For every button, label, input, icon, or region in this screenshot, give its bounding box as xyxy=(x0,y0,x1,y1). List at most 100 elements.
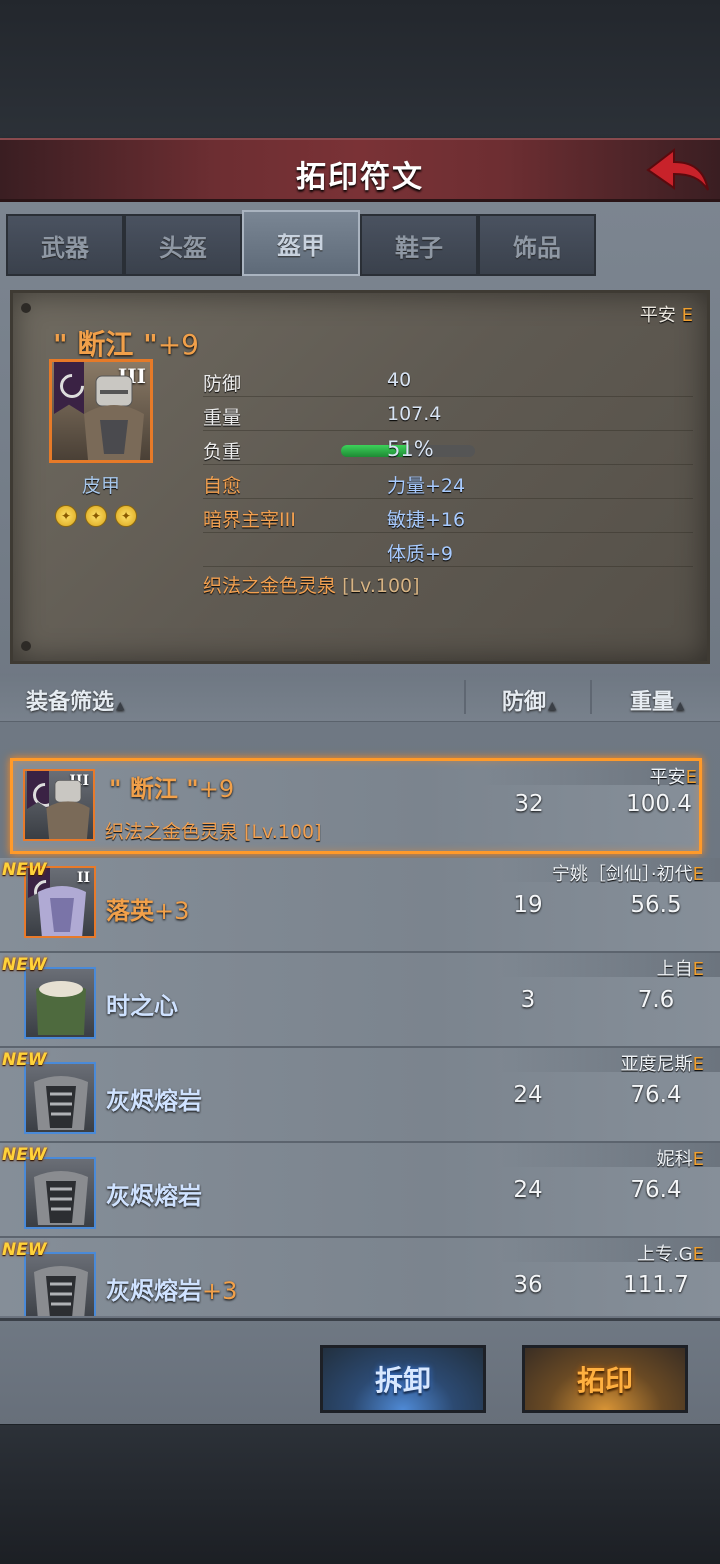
weight-header-label: 重量 xyxy=(630,690,675,715)
stat-row-skill2: 暗界主宰III 敏捷+16 xyxy=(203,501,693,533)
dismantle-button[interactable]: 拆卸 xyxy=(320,1345,486,1413)
category-tabs: 武器 头盔 盔甲 鞋子 饰品 xyxy=(6,210,602,276)
item-owner: 亚度尼斯E xyxy=(621,1050,704,1076)
item-name: 灰烬熔岩 xyxy=(106,1176,202,1211)
item-name-text: " 断江 " xyxy=(53,328,158,361)
item-plus: +3 xyxy=(154,897,190,925)
set-level: [Lv.100] xyxy=(342,575,420,597)
set-name: 织法之金色灵泉 xyxy=(203,575,337,597)
item-name-text: 时之心 xyxy=(106,992,178,1020)
bonus-value: 力量+24 xyxy=(387,475,466,497)
item-owner: 上自E xyxy=(657,955,704,981)
owner-grade: E xyxy=(681,305,693,326)
item-name: 灰烬熔岩+3 xyxy=(106,1271,237,1306)
stat-value: 51% xyxy=(387,437,434,461)
item-name: " 断江 "+9 xyxy=(53,323,199,363)
item-name: 落英+3 xyxy=(106,891,189,926)
tab-helmet[interactable]: 头盔 xyxy=(124,214,242,276)
tab-accessory[interactable]: 饰品 xyxy=(478,214,596,276)
filter-label: 装备筛选 xyxy=(26,690,115,715)
owner-grade: E xyxy=(692,864,704,885)
owner-name: 妮科 xyxy=(656,1149,693,1170)
owner-grade: E xyxy=(692,1054,704,1075)
item-name: 灰烬熔岩 xyxy=(106,1081,202,1116)
item-owner: 上专.GE xyxy=(637,1240,704,1266)
list-header: 装备筛选 ▲ 防御 ▲ 重量 ▲ xyxy=(0,674,720,722)
header-divider xyxy=(590,680,592,714)
item-defense: 32 xyxy=(514,791,544,817)
new-badge: NEW xyxy=(2,860,47,880)
owner-name: 平安 xyxy=(649,767,686,788)
item-owner: 平安E xyxy=(650,763,697,789)
list-item[interactable]: 妮科E NEW 灰烬熔岩 24 76.4 xyxy=(0,1143,720,1238)
item-name-text: 灰烬熔岩 xyxy=(106,1277,202,1305)
item-defense: 3 xyxy=(520,987,536,1013)
stat-value: 107.4 xyxy=(387,403,442,425)
filter-header[interactable]: 装备筛选 ▲ xyxy=(26,684,124,716)
tab-weapon[interactable]: 武器 xyxy=(6,214,124,276)
stat-label: 重量 xyxy=(203,407,242,429)
item-defense: 36 xyxy=(513,1272,543,1298)
owner-label: 平安 E xyxy=(640,301,693,327)
list-item[interactable]: 宁姚［剑仙］·初代E II NEW 落英+3 19 56.5 xyxy=(0,858,720,953)
item-icon xyxy=(24,1252,96,1316)
item-portrait: III xyxy=(49,359,153,463)
rivet xyxy=(21,303,31,313)
item-name: " 断江 "+9 xyxy=(109,769,234,804)
stat-value: 40 xyxy=(387,369,412,391)
rune-star-icon: ✦ xyxy=(55,505,77,527)
banner-icon xyxy=(54,362,84,414)
new-badge: NEW xyxy=(2,955,47,975)
stat-row-load: 负重 51% xyxy=(203,433,693,465)
item-weight: 56.5 xyxy=(630,892,682,918)
plate-armor-icon xyxy=(34,1171,88,1225)
sort-triangle-icon: ▲ xyxy=(116,699,125,712)
defense-sort-header[interactable]: 防御 ▲ xyxy=(502,684,556,716)
page-title: 拓印符文 xyxy=(296,160,424,195)
item-plus: +9 xyxy=(198,775,235,803)
item-name: 时之心 xyxy=(106,986,178,1021)
list-item[interactable]: 上专.GE NEW 灰烬熔岩+3 36 111.7 xyxy=(0,1238,720,1316)
armor-icon xyxy=(46,780,90,839)
plate-armor-icon xyxy=(34,1266,88,1316)
owner-name: 上专.G xyxy=(636,1244,693,1265)
stat-row-defense: 防御 40 xyxy=(203,365,693,397)
skill-label: 自愈 xyxy=(203,475,242,497)
list-item[interactable]: 亚度尼斯E NEW 灰烬熔岩 24 76.4 xyxy=(0,1048,720,1143)
owner-grade: E xyxy=(685,767,697,788)
item-owner: 妮科E xyxy=(657,1145,704,1171)
owner-name: 平安 xyxy=(639,305,676,326)
item-name-text: 落英 xyxy=(106,897,154,925)
list-item[interactable]: 上自E NEW 时之心 3 7.6 xyxy=(0,953,720,1048)
armor-list[interactable]: 平安E III " 断江 "+9 织法之金色灵泉 [Lv.100] 32 100… xyxy=(0,724,720,1316)
item-icon xyxy=(24,1157,96,1229)
defense-header-label: 防御 xyxy=(502,690,547,715)
stat-label: 防御 xyxy=(203,373,242,395)
item-icon: III xyxy=(23,769,95,841)
sort-triangle-icon: ▲ xyxy=(676,699,685,712)
owner-name: 上自 xyxy=(656,959,693,980)
item-name-text: 灰烬熔岩 xyxy=(106,1087,202,1115)
item-defense: 24 xyxy=(513,1177,543,1203)
owner-grade: E xyxy=(692,959,704,980)
item-plus: +9 xyxy=(157,328,199,361)
imprint-button[interactable]: 拓印 xyxy=(522,1345,688,1413)
tab-armor[interactable]: 盔甲 xyxy=(242,210,360,276)
item-name-text: 灰烬熔岩 xyxy=(106,1182,202,1210)
weight-sort-header[interactable]: 重量 ▲ xyxy=(630,684,684,716)
action-bar: 拆卸 拓印 xyxy=(0,1318,720,1424)
list-item-selected[interactable]: 平安E III " 断江 "+9 织法之金色灵泉 [Lv.100] 32 100… xyxy=(10,758,702,854)
owner-name: 宁姚［剑仙］·初代 xyxy=(551,864,693,885)
tab-shoes[interactable]: 鞋子 xyxy=(360,214,478,276)
owner-name: 亚度尼斯 xyxy=(620,1054,693,1075)
set-line: 织法之金色灵泉 [Lv.100] xyxy=(203,571,420,598)
back-button[interactable] xyxy=(644,144,712,198)
rune-star-icon: ✦ xyxy=(85,505,107,527)
back-arrow-icon xyxy=(646,147,709,191)
owner-grade: E xyxy=(692,1149,704,1170)
stat-row-weight: 重量 107.4 xyxy=(203,399,693,431)
main-panel: 武器 头盔 盔甲 鞋子 饰品 平安 E " 断江 "+9 III 皮甲 ✦ ✦ xyxy=(0,202,720,1424)
sort-triangle-icon: ▲ xyxy=(548,699,557,712)
skill-label: 暗界主宰III xyxy=(203,509,296,531)
item-plus: +3 xyxy=(202,1277,238,1305)
